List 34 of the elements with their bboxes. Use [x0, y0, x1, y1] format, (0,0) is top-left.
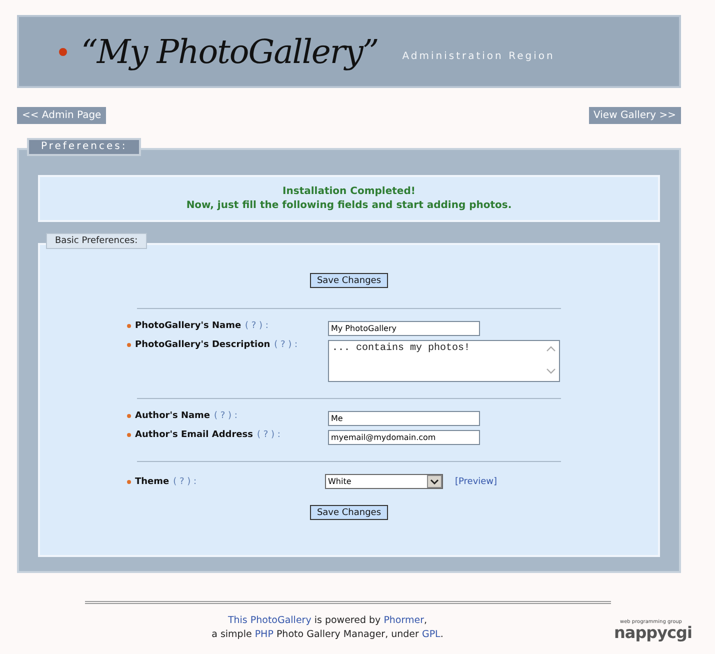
textarea-field[interactable]: ... contains my photos!	[328, 340, 560, 382]
site-subtitle: Administration Region	[402, 51, 555, 62]
field-label: PhotoGallery's Name	[135, 321, 242, 331]
save-button[interactable]: Save Changes	[310, 505, 388, 520]
bullet-icon	[127, 324, 131, 328]
help-link[interactable]: ( ? ) :	[214, 411, 238, 421]
field-label: PhotoGallery's Description	[135, 340, 270, 350]
logo-text: nappycgi	[614, 625, 692, 641]
text-field[interactable]: Me	[328, 411, 480, 426]
field-label: Author's Email Address	[135, 430, 253, 440]
gallery-link[interactable]: This PhotoGallery	[228, 615, 312, 626]
field-label: Theme	[135, 476, 170, 486]
footer-text: This PhotoGallery is powered by Phormer, a simple PHP Photo Gallery Manager, under GPL.	[212, 614, 444, 642]
bullet-icon	[127, 480, 131, 484]
bullet-icon	[127, 414, 131, 418]
site-title: “My PhotoGallery”	[81, 32, 378, 71]
bullet-icon	[127, 343, 131, 347]
field-label: Author's Name	[135, 411, 210, 421]
help-link[interactable]: ( ? ) :	[274, 340, 298, 350]
help-link[interactable]: ( ? ) :	[256, 430, 280, 440]
help-link[interactable]: ( ? ) :	[245, 321, 268, 331]
message-text: Now, just fill the following fields and start adding photos.	[186, 200, 512, 211]
save-button[interactable]: Save Changes	[310, 273, 388, 288]
text-field[interactable]: myemail@mydomain.com	[328, 430, 480, 445]
theme-dropdown[interactable]: White	[325, 474, 443, 489]
bullet-icon	[59, 48, 67, 56]
preview-link[interactable]: [Preview]	[455, 476, 498, 486]
php-link[interactable]: PHP	[254, 629, 274, 640]
bullet-icon	[127, 433, 131, 437]
message-text: Installation Completed!	[282, 186, 416, 197]
phormer-link[interactable]: Phormer	[384, 615, 424, 626]
gpl-link[interactable]: GPL	[422, 629, 440, 640]
help-link[interactable]: ( ? ) :	[173, 476, 197, 486]
text-field[interactable]: My PhotoGallery	[328, 321, 480, 336]
